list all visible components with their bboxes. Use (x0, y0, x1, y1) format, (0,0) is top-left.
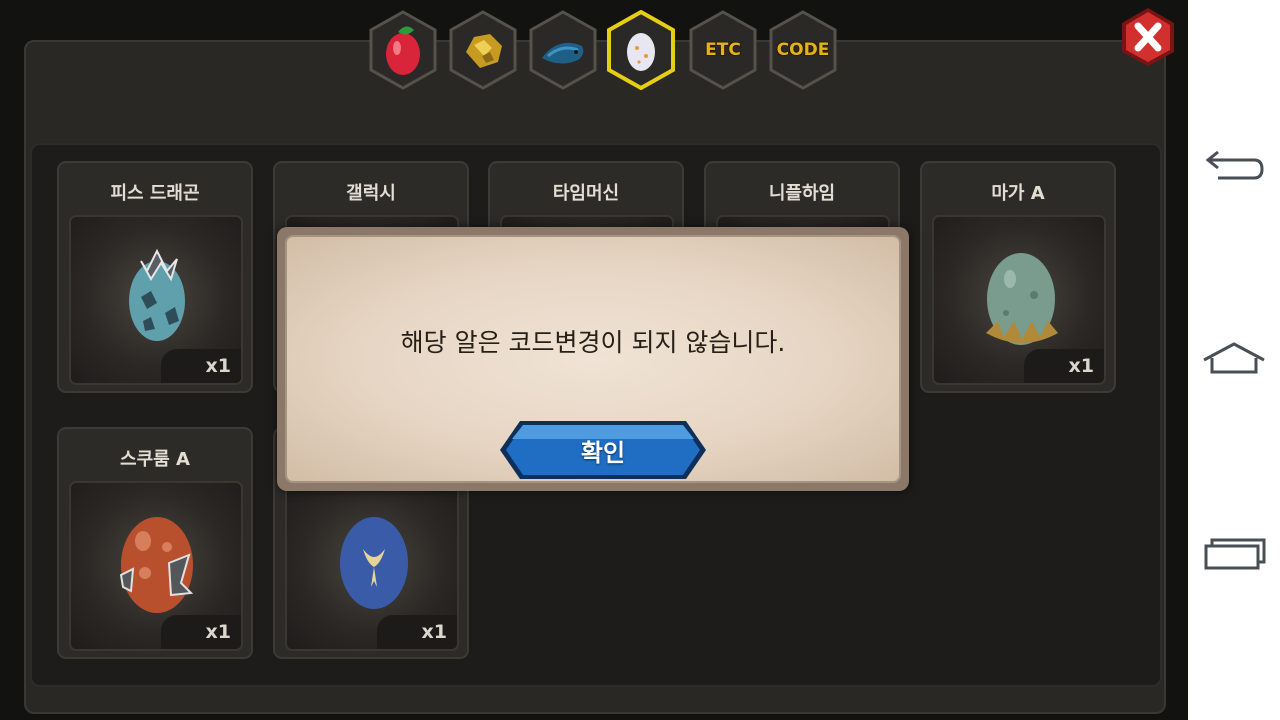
recent-apps-icon (1204, 538, 1266, 570)
game-screen: ETC CODE 피스 드래곤 x1 갤럭시 타임머신 니플하임 마가 A x1… (0, 0, 1188, 720)
modal-overlay: 해당 알은 코드변경이 되지 않습니다. 확인 (0, 0, 1188, 720)
dialog-message: 해당 알은 코드변경이 되지 않습니다. (400, 328, 786, 357)
alert-dialog: 해당 알은 코드변경이 되지 않습니다. 확인 (277, 227, 909, 491)
confirm-label: 확인 (580, 439, 626, 467)
back-icon (1205, 150, 1264, 180)
home-icon (1203, 342, 1265, 374)
system-navbar (1188, 0, 1280, 720)
confirm-button[interactable]: 확인 (498, 419, 708, 481)
home-button[interactable] (1200, 334, 1268, 384)
back-button[interactable] (1200, 138, 1268, 188)
dialog-body: 해당 알은 코드변경이 되지 않습니다. 확인 (285, 235, 901, 483)
recent-apps-button[interactable] (1200, 530, 1268, 580)
